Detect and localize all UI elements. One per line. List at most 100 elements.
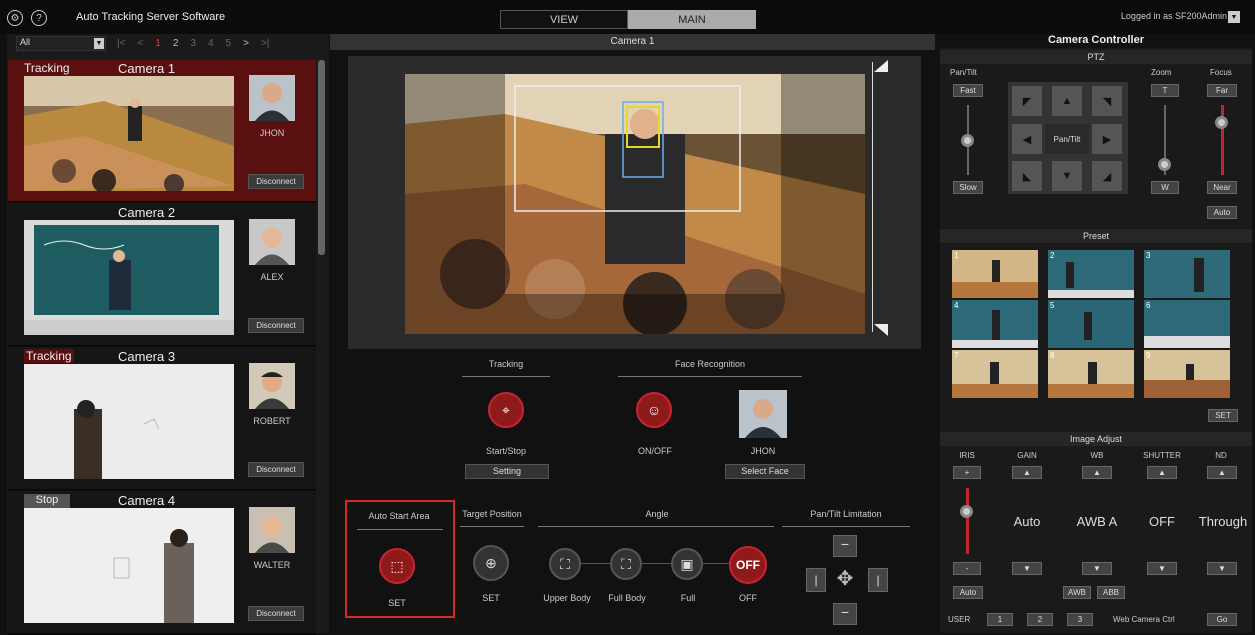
wb-up-icon[interactable]: ▲: [1082, 466, 1112, 479]
nd-down-icon[interactable]: ▼: [1207, 562, 1237, 575]
preset-thumb-4[interactable]: [952, 300, 1038, 348]
camera-card-3[interactable]: Tracking Camera 3 ROBERT Disconnect: [8, 348, 316, 491]
angle-upper-body-button[interactable]: ⛶: [549, 548, 581, 580]
pt-limit-up-button[interactable]: −: [833, 535, 857, 557]
disconnect-button[interactable]: Disconnect: [248, 174, 304, 189]
tab-main[interactable]: MAIN: [628, 10, 756, 29]
tab-view[interactable]: VIEW: [500, 10, 628, 29]
iris-plus-button[interactable]: +: [953, 466, 981, 479]
preset-thumb-9[interactable]: [1144, 350, 1230, 398]
pager-last[interactable]: >|: [261, 38, 269, 49]
focus-slider[interactable]: [1215, 116, 1228, 129]
preset-thumb-7[interactable]: [952, 350, 1038, 398]
ptz-center-label[interactable]: Pan/Tilt: [1045, 124, 1089, 154]
abb-button[interactable]: ABB: [1097, 586, 1125, 599]
ptz-left-icon[interactable]: ◀: [1012, 124, 1042, 154]
user-1-button[interactable]: 1: [987, 613, 1013, 626]
disconnect-button[interactable]: Disconnect: [248, 462, 304, 477]
tracking-header: Tracking: [488, 359, 524, 369]
angle-full-body-button[interactable]: ⛶: [610, 548, 642, 580]
preset-number: 8: [1050, 351, 1055, 360]
ptz-down-left-icon[interactable]: ◣: [1012, 161, 1042, 191]
full-icon: ▣: [680, 555, 694, 572]
disconnect-button[interactable]: Disconnect: [248, 318, 304, 333]
angle-full-button[interactable]: ▣: [671, 548, 703, 580]
focus-auto-button[interactable]: Auto: [1207, 206, 1237, 219]
zoom-wide-button[interactable]: W: [1151, 181, 1179, 194]
iris-track: [966, 488, 969, 554]
user-3-button[interactable]: 3: [1067, 613, 1093, 626]
focus-far-button[interactable]: Far: [1207, 84, 1237, 97]
camera-list-scrollbar[interactable]: [318, 60, 325, 255]
tracking-start-stop-button[interactable]: ⌖: [488, 392, 524, 428]
camera-card-4[interactable]: Stop Camera 4 WALTER Disconnect: [8, 492, 316, 635]
preset-number: 2: [1050, 251, 1055, 260]
disconnect-button[interactable]: Disconnect: [248, 606, 304, 621]
live-video[interactable]: [405, 74, 865, 334]
shutter-up-icon[interactable]: ▲: [1147, 466, 1177, 479]
preset-thumb-1[interactable]: [952, 250, 1038, 298]
target-position-set-button[interactable]: ⊕: [473, 545, 509, 581]
app-title: Auto Tracking Server Software: [76, 11, 226, 23]
gain-value: Auto: [1013, 514, 1041, 529]
angle-off-button[interactable]: OFF: [729, 546, 767, 584]
nd-up-icon[interactable]: ▲: [1207, 466, 1237, 479]
gain-up-icon[interactable]: ▲: [1012, 466, 1042, 479]
pager-next[interactable]: >: [243, 38, 249, 49]
pan-tilt-speed-slider[interactable]: [961, 134, 974, 147]
gain-down-icon[interactable]: ▼: [1012, 562, 1042, 575]
preset-thumb-5[interactable]: [1048, 300, 1134, 348]
pager-page-5[interactable]: 5: [226, 38, 232, 49]
pt-limit-right-button[interactable]: |: [868, 568, 888, 592]
user-2-button[interactable]: 2: [1027, 613, 1053, 626]
ptz-right-icon[interactable]: ▶: [1092, 124, 1122, 154]
iris-minus-button[interactable]: -: [953, 562, 981, 575]
zoom-tele-button[interactable]: T: [1151, 84, 1179, 97]
angle-full-label: Full: [680, 593, 696, 603]
shutter-down-icon[interactable]: ▼: [1147, 562, 1177, 575]
iris-auto-button[interactable]: Auto: [953, 586, 983, 599]
pan-tilt-slow-button[interactable]: Slow: [953, 181, 983, 194]
ptz-down-icon[interactable]: ▼: [1052, 161, 1082, 191]
face-recognition-header: Face Recognition: [674, 359, 746, 369]
wb-down-icon[interactable]: ▼: [1082, 562, 1112, 575]
ptz-up-left-icon[interactable]: ◤: [1012, 86, 1042, 116]
preset-thumb-8[interactable]: [1048, 350, 1134, 398]
tracking-setting-button[interactable]: Setting: [465, 464, 549, 479]
pan-tilt-label: Pan/Tilt: [950, 68, 977, 77]
face-recognition-toggle-button[interactable]: ☺: [636, 392, 672, 428]
camera-thumbnail: [24, 76, 234, 191]
awb-button[interactable]: AWB: [1063, 586, 1091, 599]
pager-first[interactable]: |<: [117, 38, 125, 49]
ptz-up-right-icon[interactable]: ◥: [1092, 86, 1122, 116]
pan-tilt-fast-button[interactable]: Fast: [953, 84, 983, 97]
iris-slider[interactable]: [960, 505, 973, 518]
help-icon[interactable]: ?: [31, 10, 47, 26]
user-menu-dropdown-icon[interactable]: ▼: [1228, 11, 1240, 23]
camera-card-2[interactable]: Camera 2 ALEX Disconnect: [8, 204, 316, 347]
web-ctrl-go-button[interactable]: Go: [1207, 613, 1237, 626]
preset-thumb-2[interactable]: [1048, 250, 1134, 298]
focus-near-button[interactable]: Near: [1207, 181, 1237, 194]
camera-filter-select[interactable]: All: [16, 36, 106, 51]
preset-thumb-3[interactable]: [1144, 250, 1230, 298]
pager-prev[interactable]: <: [137, 38, 143, 49]
select-face-button[interactable]: Select Face: [725, 464, 805, 479]
camera-card-1[interactable]: Tracking Camera 1 JHON Disconnect: [8, 60, 316, 203]
pt-limit-down-button[interactable]: −: [833, 603, 857, 625]
pager-page-4[interactable]: 4: [208, 38, 214, 49]
filter-dropdown-icon[interactable]: ▼: [94, 38, 104, 49]
pager-page-1[interactable]: 1: [155, 38, 161, 49]
pager-page-3[interactable]: 3: [190, 38, 196, 49]
settings-icon[interactable]: ⚙: [7, 10, 23, 26]
auto-start-area-set-button[interactable]: ⬚: [379, 548, 415, 584]
zoom-slider[interactable]: [1158, 158, 1171, 171]
ptz-down-right-icon[interactable]: ◢: [1092, 161, 1122, 191]
pager-page-2[interactable]: 2: [173, 38, 179, 49]
angle-full-body-label: Full Body: [608, 593, 646, 603]
preset-thumb-6[interactable]: [1144, 300, 1230, 348]
target-position-header: Target Position: [462, 509, 522, 519]
preset-set-button[interactable]: SET: [1208, 409, 1238, 422]
ptz-up-icon[interactable]: ▲: [1052, 86, 1082, 116]
pt-limit-left-button[interactable]: |: [806, 568, 826, 592]
